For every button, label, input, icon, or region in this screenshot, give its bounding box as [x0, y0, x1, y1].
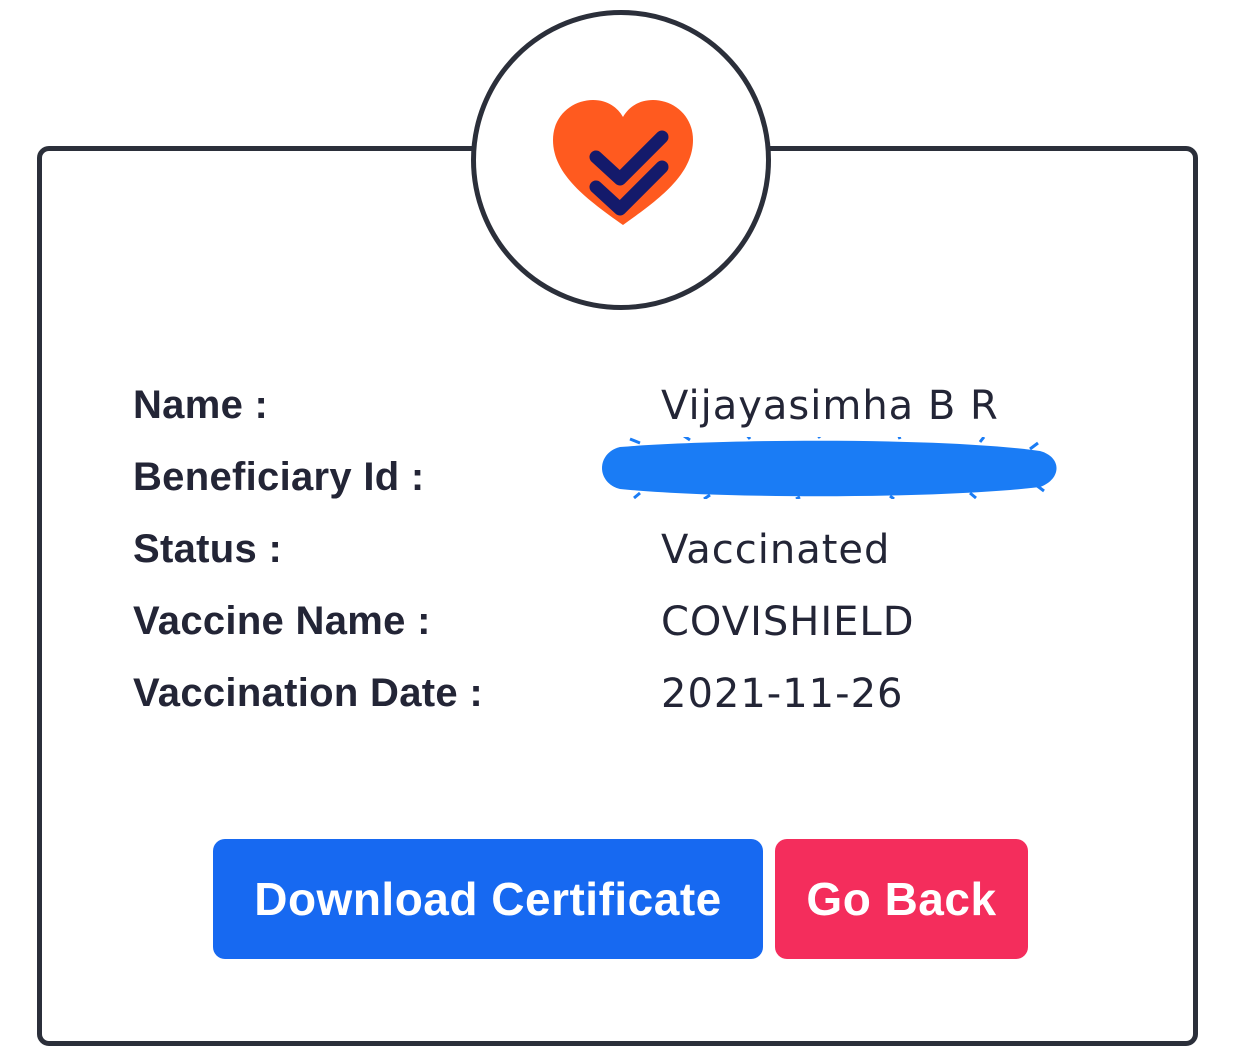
redaction-scribble	[602, 437, 1057, 499]
detail-row-status: Status : Vaccinated	[133, 527, 1093, 587]
detail-row-name: Name : Vijayasimha B R	[133, 383, 1093, 443]
go-back-button[interactable]: Go Back	[775, 839, 1028, 959]
name-label: Name :	[133, 383, 269, 427]
vaccine-name-label: Vaccine Name :	[133, 599, 431, 643]
name-value: Vijayasimha B R	[661, 383, 999, 429]
detail-row-vaccination-date: Vaccination Date : 2021-11-26	[133, 671, 1093, 731]
heart-check-icon	[553, 100, 693, 225]
status-label: Status :	[133, 527, 283, 571]
status-value: Vaccinated	[661, 527, 891, 573]
logo-badge	[471, 10, 771, 310]
vaccination-date-label: Vaccination Date :	[133, 671, 483, 715]
beneficiary-id-label: Beneficiary Id :	[133, 455, 425, 499]
download-certificate-button[interactable]: Download Certificate	[213, 839, 763, 959]
vaccine-name-value: COVISHIELD	[661, 599, 915, 645]
detail-row-vaccine-name: Vaccine Name : COVISHIELD	[133, 599, 1093, 659]
vaccination-date-value: 2021-11-26	[661, 671, 904, 717]
